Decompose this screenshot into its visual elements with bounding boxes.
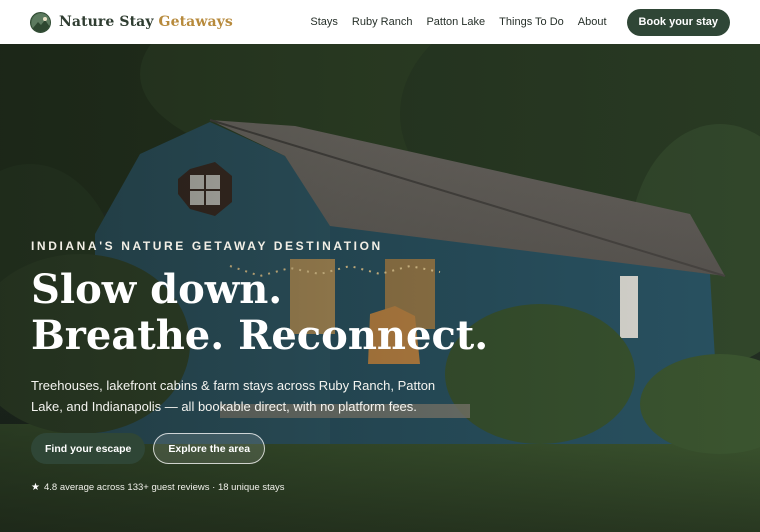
hero-headline-line1: Slow down.: [31, 266, 283, 313]
site-header: Nature Stay Getaways Stays Ruby Ranch Pa…: [0, 0, 760, 44]
hero-section: INDIANA'S NATURE GETAWAY DESTINATION Slo…: [0, 44, 760, 532]
brand-name-part2: Getaways: [158, 14, 233, 30]
hero-buttons: Find your escape Explore the area: [31, 433, 511, 464]
hero-content: INDIANA'S NATURE GETAWAY DESTINATION Slo…: [31, 239, 511, 493]
book-your-stay-button[interactable]: Book your stay: [626, 8, 730, 36]
landscape-logo-icon: [30, 11, 51, 33]
nav-link-ruby-ranch[interactable]: Ruby Ranch: [352, 16, 413, 28]
brand[interactable]: Nature Stay Getaways: [30, 11, 233, 33]
hero-eyebrow: INDIANA'S NATURE GETAWAY DESTINATION: [31, 239, 383, 253]
nav-link-stays[interactable]: Stays: [310, 16, 338, 28]
hero-headline: Slow down. Breathe. Reconnect.: [31, 267, 511, 359]
hero-subhead: Treehouses, lakefront cabins & farm stay…: [31, 378, 436, 414]
find-your-escape-button[interactable]: Find your escape: [31, 433, 146, 464]
rating-text: 4.8 average across 133+ guest reviews · …: [43, 482, 285, 493]
explore-the-area-button[interactable]: Explore the area: [153, 433, 266, 464]
main-nav: Stays Ruby Ranch Patton Lake Things To D…: [310, 8, 730, 36]
nav-link-things-to-do[interactable]: Things To Do: [499, 16, 564, 28]
rating-summary: ★ 4.8 average across 133+ guest reviews …: [31, 482, 511, 493]
brand-name-part1: Nature Stay: [59, 14, 154, 30]
hero-headline-line2: Breathe. Reconnect.: [31, 312, 489, 359]
star-icon: ★: [31, 482, 40, 493]
brand-name: Nature Stay Getaways: [59, 14, 233, 30]
nav-link-patton-lake[interactable]: Patton Lake: [426, 16, 485, 28]
nav-link-about[interactable]: About: [578, 16, 607, 28]
